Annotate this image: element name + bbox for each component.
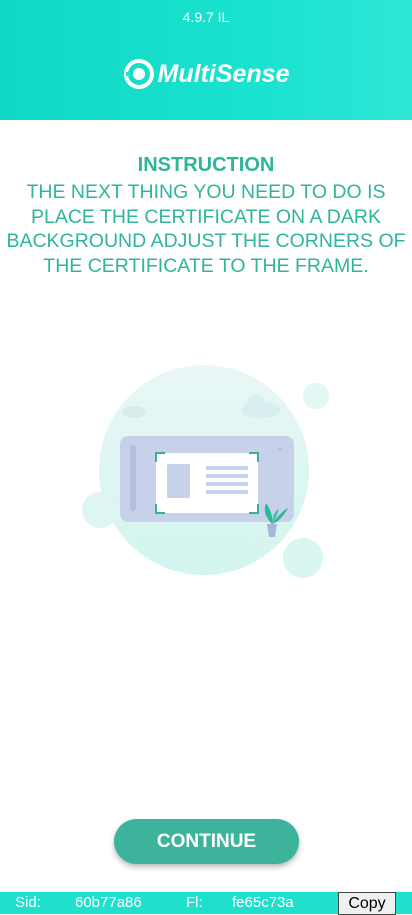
phone-scanning-certificate-illustration xyxy=(82,365,329,578)
fl-value: fe65c73a xyxy=(232,894,294,911)
app-header: 4.9.7 IL MultiSense xyxy=(0,0,412,120)
instruction-line: THE CERTIFICATE TO THE FRAME. xyxy=(43,254,369,277)
version-label: 4.9.7 IL xyxy=(182,9,230,25)
instruction-line: BACKGROUND ADJUST THE CORNERS OF xyxy=(6,230,406,252)
instruction-line: THE NEXT THING YOU NEED TO DO IS xyxy=(26,181,386,203)
instruction-line: PLACE THE CERTIFICATE ON A DARK xyxy=(30,205,381,228)
fl-label: Fl: xyxy=(186,894,203,911)
sid-label: Sid: xyxy=(15,894,41,911)
instruction-title: INSTRUCTION xyxy=(137,154,275,176)
session-footer: Sid: 60b77a86 Fl: fe65c73a Copy xyxy=(0,892,412,915)
sid-value: 60b77a86 xyxy=(75,894,142,911)
brand-logo: MultiSense xyxy=(0,58,412,90)
instruction-text: THE NEXT THING YOU NEED TO DO IS PLACE T… xyxy=(0,180,412,278)
continue-button[interactable]: CONTINUE xyxy=(114,819,299,864)
multisense-logo-icon xyxy=(123,59,154,89)
brand-name: MultiSense xyxy=(157,59,290,88)
copy-button[interactable]: Copy xyxy=(338,892,396,915)
